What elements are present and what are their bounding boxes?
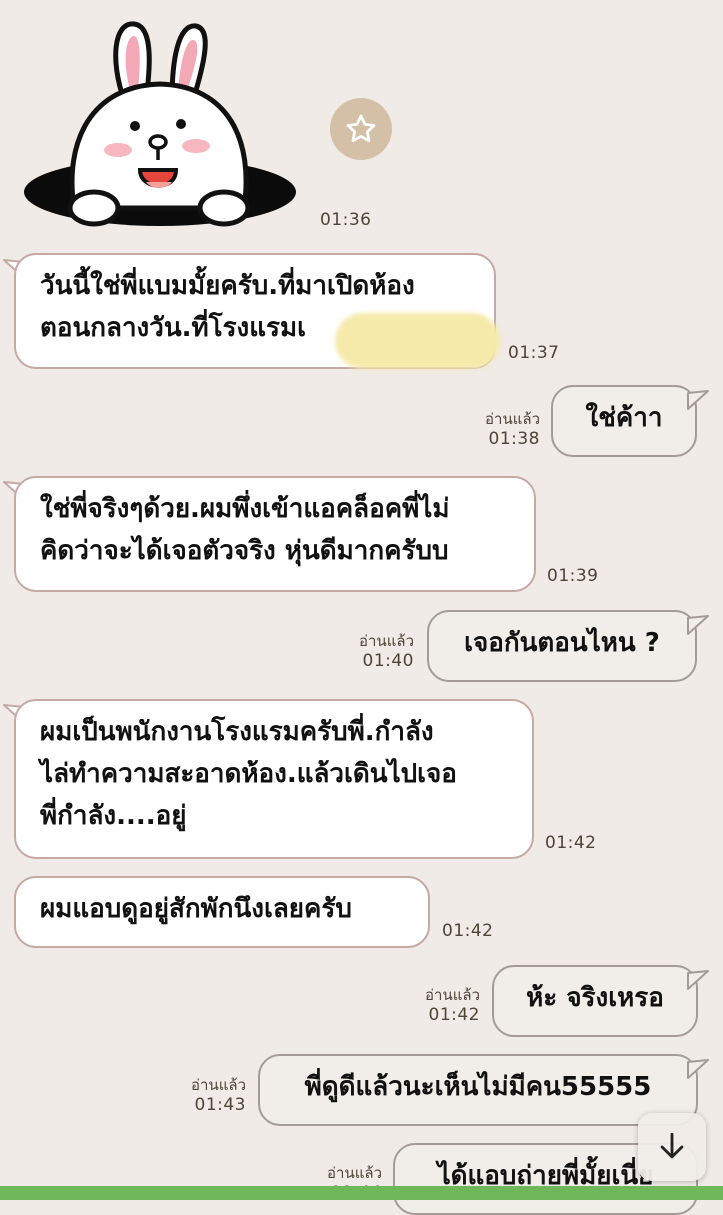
message-meta: อ่านแล้ว 01:40: [332, 632, 414, 672]
sticker-favorite-button[interactable]: [330, 98, 392, 160]
outgoing-message-bubble[interactable]: ใช่ค้าา: [551, 385, 697, 457]
chat-history[interactable]: 01:36 วันนี้ใช่พี่แบมมั้ยครับ.ที่มาเปิดห…: [0, 0, 723, 1215]
scroll-to-bottom-button[interactable]: [638, 1113, 706, 1181]
bubble-tail: [687, 1059, 709, 1079]
message-time: 01:37: [508, 343, 560, 363]
read-receipt: อ่านแล้ว: [191, 1076, 246, 1094]
message-text-line: ผมแอบดูอยู่สักพักนึงเลยครับ: [40, 894, 352, 924]
message-time: 01:39: [547, 566, 599, 586]
incoming-message-bubble[interactable]: ผมแอบดูอยู่สักพักนึงเลยครับ: [14, 876, 430, 948]
arrow-down-icon: [660, 1132, 684, 1159]
message-text: ห้ะ จริงเหรอ: [526, 983, 664, 1013]
message-meta: อ่านแล้ว 01:42: [402, 986, 480, 1026]
bubble-tail: [687, 970, 709, 990]
message-time: 01:36: [320, 210, 372, 230]
read-receipt: อ่านแล้ว: [425, 986, 480, 1004]
message-text-line: พี่กำลัง....อยู่: [40, 801, 187, 831]
message-time: 01:43: [194, 1094, 246, 1115]
rabbit-sticker-image: [24, 21, 296, 227]
message-time: 01:42: [428, 1004, 480, 1025]
message-text-line: ไล่ทำความสะอาดห้อง.แล้วเดินไปเจอ: [40, 759, 457, 789]
message-text: ใช่ค้าา: [585, 403, 663, 433]
incoming-message-bubble[interactable]: ผมเป็นพนักงานโรงแรมครับพี่.กำลัง ไล่ทำคว…: [14, 699, 534, 859]
outgoing-message-bubble[interactable]: พี่ดูดีแล้วนะเห็นไม่มีคน55555: [258, 1054, 698, 1126]
message-text-line: ใช่พี่จริงๆด้วย.ผมพึ่งเข้าแอคล็อคพี่ไม่: [40, 494, 450, 524]
outgoing-message-bubble[interactable]: เจอกันตอนไหน ?: [427, 610, 697, 682]
message-text: พี่ดูดีแล้วนะเห็นไม่มีคน55555: [304, 1072, 652, 1102]
read-receipt: อ่านแล้ว: [485, 410, 540, 428]
rabbit-sticker[interactable]: [22, 20, 298, 230]
bubble-tail: [687, 615, 709, 635]
incoming-message-bubble[interactable]: ใช่พี่จริงๆด้วย.ผมพึ่งเข้าแอคล็อคพี่ไม่ …: [14, 476, 536, 592]
message-meta: อ่านแล้ว 01:43: [166, 1076, 246, 1116]
read-receipt: อ่านแล้ว: [359, 632, 414, 650]
message-text-line: วันนี้ใช่พี่แบมมั้ยครับ.ที่มาเปิดห้อง: [40, 271, 415, 301]
message-time: 01:42: [545, 833, 597, 853]
message-text: เจอกันตอนไหน ?: [464, 628, 660, 658]
message-time: 01:42: [442, 921, 494, 941]
star-icon: [346, 114, 376, 143]
outgoing-message-bubble[interactable]: ห้ะ จริงเหรอ: [492, 965, 698, 1037]
message-text-line: ผมเป็นพนักงานโรงแรมครับพี่.กำลัง: [40, 717, 434, 747]
message-meta: อ่านแล้ว 01:38: [460, 410, 540, 450]
message-time: 01:38: [488, 428, 540, 449]
message-time: 01:40: [362, 650, 414, 671]
bottom-decoration: [0, 1186, 723, 1200]
read-receipt: อ่านแล้ว: [327, 1164, 382, 1182]
message-text-line: คิดว่าจะได้เจอตัวจริง หุ่นดีมากครับบ: [40, 536, 449, 566]
redacted-area: [335, 313, 500, 369]
bubble-tail: [687, 390, 709, 410]
